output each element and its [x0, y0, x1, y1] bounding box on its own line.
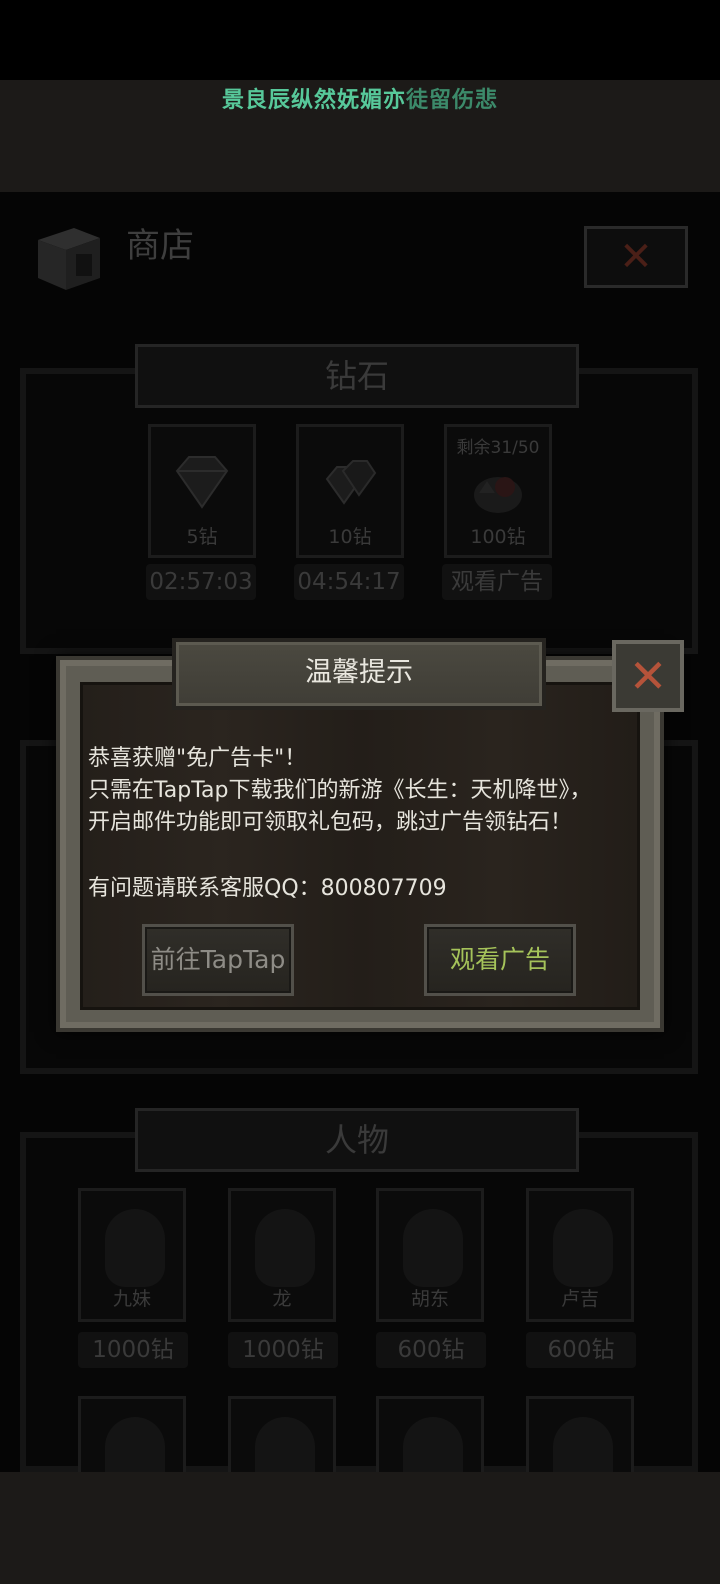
- item-label: 5钻: [186, 526, 218, 548]
- character-price: 600钻: [376, 1332, 486, 1368]
- character-portrait: [403, 1417, 463, 1472]
- timer-label: 02:57:03: [146, 564, 256, 600]
- watch-ad-label[interactable]: 观看广告: [442, 564, 552, 600]
- character-portrait: [105, 1417, 165, 1472]
- close-x-icon: ✕: [628, 649, 668, 703]
- dialog-message-line: 开启邮件功能即可领取礼包码，跳过广告领钻石！: [88, 810, 573, 835]
- diamonds-icon: [325, 460, 377, 505]
- watch-ad-button[interactable]: 观看广告: [424, 924, 576, 996]
- status-bar: [0, 0, 720, 80]
- character-card[interactable]: [376, 1396, 484, 1472]
- diamond-pile-icon: [474, 477, 522, 513]
- marquee-dim: 徒留伤悲: [406, 88, 499, 113]
- item-label: 100钻: [470, 526, 526, 548]
- close-x-icon: ✕: [619, 234, 653, 280]
- character-price: 600钻: [526, 1332, 636, 1368]
- shop-close-button[interactable]: ✕: [584, 226, 688, 288]
- character-card[interactable]: 龙: [228, 1188, 336, 1322]
- shop-box-icon: [38, 228, 100, 290]
- marquee-text: 景良辰纵然妩媚亦徒留伤悲: [0, 82, 720, 114]
- dialog-message-line: 恭喜获赠"免广告卡"！: [88, 746, 307, 771]
- diamond-section-header: 钻石: [135, 344, 579, 408]
- character-section-header: 人物: [135, 1108, 579, 1172]
- timer-label: 04:54:17: [294, 564, 404, 600]
- diamond-icon: [175, 456, 229, 509]
- character-card[interactable]: 胡东: [376, 1188, 484, 1322]
- character-name: 卢吉: [560, 1288, 599, 1310]
- character-name: 九妹: [112, 1288, 151, 1310]
- character-card[interactable]: [228, 1396, 336, 1472]
- character-card[interactable]: [526, 1396, 634, 1472]
- dialog-title: 温馨提示: [172, 638, 546, 710]
- character-portrait: [553, 1417, 613, 1472]
- dialog-message-line: 只需在TapTap下载我们的新游《长生：天机降世》，: [88, 778, 592, 803]
- item-label: 10钻: [328, 526, 372, 548]
- character-price: 1000钻: [78, 1332, 188, 1368]
- character-card[interactable]: 九妹: [78, 1188, 186, 1322]
- diamond-item-10[interactable]: 10钻: [296, 424, 404, 558]
- diamond-item-100[interactable]: 剩余31/50 100钻: [444, 424, 552, 558]
- character-name: 龙: [272, 1288, 292, 1310]
- character-card[interactable]: 卢吉: [526, 1188, 634, 1322]
- dialog-close-button[interactable]: ✕: [612, 640, 684, 712]
- go-taptap-button[interactable]: 前往TapTap: [142, 924, 294, 996]
- bottom-banner: [0, 1472, 720, 1584]
- character-price: 1000钻: [228, 1332, 338, 1368]
- diamond-item-5[interactable]: 5钻: [148, 424, 256, 558]
- character-portrait: [553, 1209, 613, 1287]
- character-name: 胡东: [410, 1288, 449, 1310]
- remaining-count: 剩余31/50: [456, 438, 540, 458]
- character-portrait: [105, 1209, 165, 1287]
- character-portrait: [403, 1209, 463, 1287]
- shop-title: 商店: [126, 226, 194, 266]
- dialog-contact-line: 有问题请联系客服QQ：800807709: [88, 876, 447, 901]
- character-portrait: [255, 1417, 315, 1472]
- character-portrait: [255, 1209, 315, 1287]
- character-card[interactable]: [78, 1396, 186, 1472]
- marquee-bright: 景良辰纵然妩媚亦: [221, 88, 406, 113]
